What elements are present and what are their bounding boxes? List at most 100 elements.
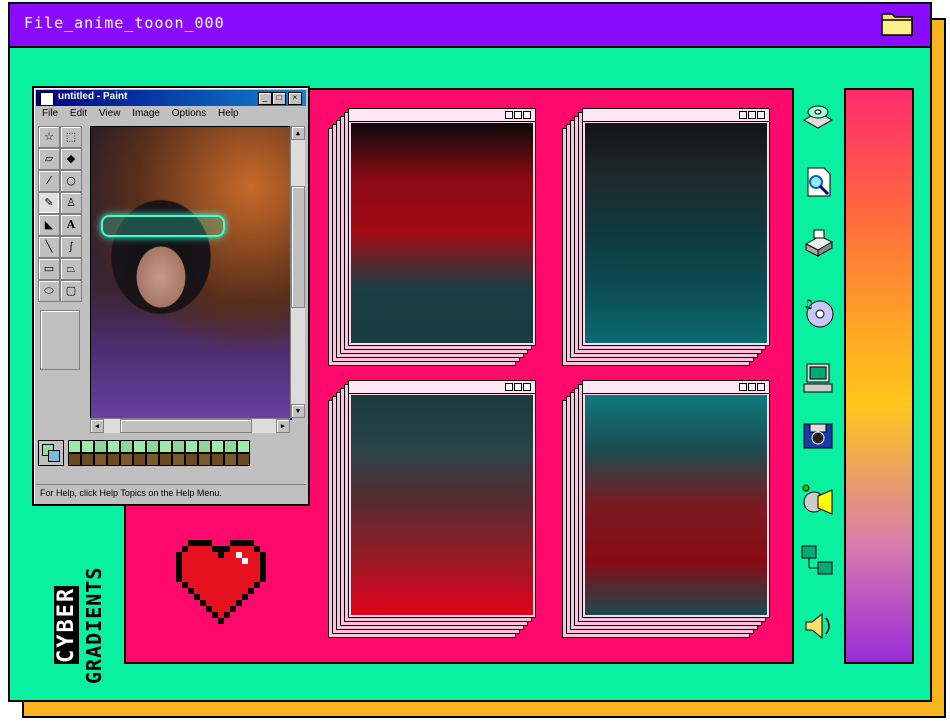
background-color[interactable] [48,450,60,462]
minimize-icon[interactable] [505,111,513,119]
palette-swatch[interactable] [198,453,211,466]
scroll-thumb[interactable] [291,186,305,308]
title-bar[interactable]: File_anime_tooon_000 [10,4,930,48]
vertical-scrollbar[interactable]: ▲ ▼ [290,126,305,418]
horizontal-scrollbar[interactable]: ◀ ▶ [90,418,290,433]
palette-swatch[interactable] [185,440,198,453]
folder-icon[interactable] [880,8,914,38]
palette-swatch[interactable] [224,453,237,466]
polygon-icon[interactable]: ⏢ [60,258,82,280]
speaker-icon[interactable] [800,608,836,644]
palette-swatch[interactable] [159,440,172,453]
rounded-rect-icon[interactable]: ▢ [60,280,82,302]
palette-swatch[interactable] [211,453,224,466]
palette-swatch[interactable] [172,440,185,453]
line-icon[interactable]: ╲ [38,236,60,258]
palette-swatch[interactable] [237,453,250,466]
palette-swatch[interactable] [81,440,94,453]
maximize-icon[interactable] [514,383,522,391]
menu-view[interactable]: View [99,108,121,119]
color-picker-icon[interactable]: ⁄ [38,170,60,192]
palette-swatch[interactable] [146,453,159,466]
menu-edit[interactable]: Edit [70,108,87,119]
ellipse-icon[interactable]: ⬭ [38,280,60,302]
palette-swatch[interactable] [107,453,120,466]
rect-select-icon[interactable]: ⬚ [60,126,82,148]
minimize-icon[interactable] [739,111,747,119]
palette-swatch[interactable] [94,440,107,453]
menu-options[interactable]: Options [172,108,206,119]
gradient-window-titlebar[interactable] [583,381,769,394]
palette-swatch[interactable] [68,453,81,466]
maximize-icon[interactable] [748,383,756,391]
palette-swatch[interactable] [237,440,250,453]
paint-title-bar[interactable]: untitled - Paint _ □ × [36,90,306,106]
airbrush-icon[interactable]: ◣ [38,214,60,236]
scroll-up-icon[interactable]: ▲ [291,126,305,140]
maximize-icon[interactable] [748,111,756,119]
close-icon[interactable] [523,383,531,391]
menu-image[interactable]: Image [132,108,160,119]
eraser-icon[interactable]: ▱ [38,148,60,170]
close-icon[interactable] [757,111,765,119]
palette-swatch[interactable] [120,440,133,453]
text-tool-icon[interactable]: A [60,214,82,236]
document-search-icon[interactable] [800,164,836,200]
gradient-window-titlebar[interactable] [349,109,535,122]
free-select-icon[interactable]: ☆ [38,126,60,148]
paint-window[interactable]: untitled - Paint _ □ × File Edit View Im… [32,86,310,506]
gradient-window-stack-3[interactable] [328,380,536,638]
disk-drive-icon[interactable] [800,98,836,134]
computer-icon[interactable] [800,360,836,396]
palette-swatch[interactable] [159,453,172,466]
palette-swatch[interactable] [107,440,120,453]
scroll-right-icon[interactable]: ▶ [276,419,290,433]
palette-swatch[interactable] [224,440,237,453]
palette-swatch[interactable] [94,453,107,466]
close-icon[interactable]: × [288,92,302,105]
camera-disk-icon[interactable] [800,418,836,454]
scroll-down-icon[interactable]: ▼ [291,404,305,418]
palette-swatch[interactable] [133,440,146,453]
palette-swatch[interactable] [133,453,146,466]
gradient-window-titlebar[interactable] [583,109,769,122]
paint-app-icon [40,92,54,106]
menu-file[interactable]: File [42,108,58,119]
neon-visor-shape [101,215,225,237]
palette-swatch[interactable] [185,453,198,466]
printer-icon[interactable] [800,226,836,262]
curve-icon[interactable]: ∫ [60,236,82,258]
maximize-icon[interactable] [514,111,522,119]
maximize-icon[interactable]: □ [272,92,286,105]
music-cd-icon[interactable]: ♫ [800,294,836,330]
network-computers-icon[interactable] [800,544,836,580]
pencil-icon[interactable]: ✎ [38,192,60,214]
palette-swatch[interactable] [146,440,159,453]
palette-swatch[interactable] [81,453,94,466]
scroll-left-icon[interactable]: ◀ [90,419,104,433]
close-icon[interactable] [757,383,765,391]
brush-icon[interactable]: ♙ [60,192,82,214]
palette-swatch[interactable] [211,440,224,453]
gradient-window-stack-1[interactable] [328,108,536,366]
magnifier-icon[interactable]: ○ [60,170,82,192]
paint-canvas[interactable] [90,126,292,420]
palette-swatch[interactable] [68,440,81,453]
rectangle-icon[interactable]: ▭ [38,258,60,280]
tool-options-box[interactable] [40,310,80,370]
gradient-window-stack-4[interactable] [562,380,770,638]
scroll-thumb[interactable] [120,419,252,433]
close-icon[interactable] [523,111,531,119]
fill-icon[interactable]: ◆ [60,148,82,170]
minimize-icon[interactable]: _ [258,92,272,105]
minimize-icon[interactable] [739,383,747,391]
gradient-window-titlebar[interactable] [349,381,535,394]
minimize-icon[interactable] [505,383,513,391]
main-window: File_anime_tooon_000 untitled - Paint _ … [8,2,932,702]
palette-swatch[interactable] [120,453,133,466]
gradient-window-stack-2[interactable] [562,108,770,366]
palette-swatch[interactable] [172,453,185,466]
menu-help[interactable]: Help [218,108,239,119]
palette-swatch[interactable] [198,440,211,453]
media-player-icon[interactable] [800,482,836,518]
